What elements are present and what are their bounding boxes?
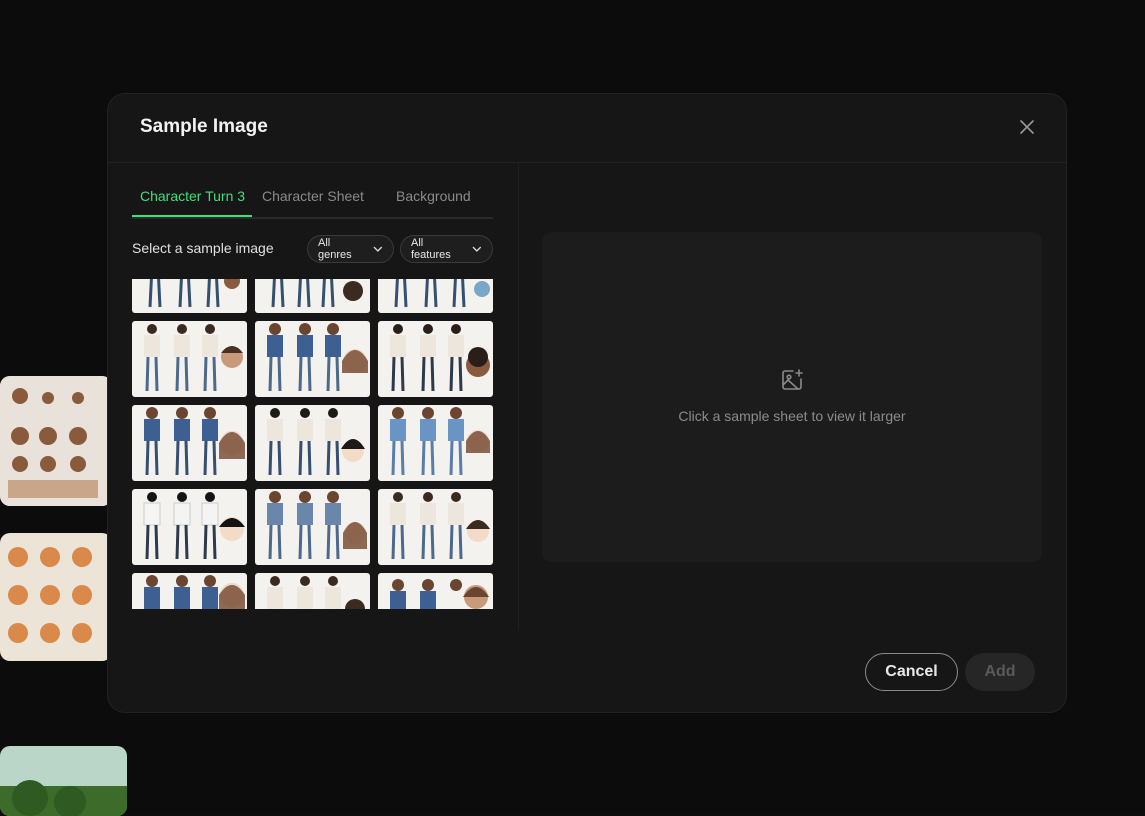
sample-thumbnail[interactable] [132,321,247,397]
chevron-down-icon [472,244,482,254]
modal-header: Sample Image [108,94,1066,163]
tab-background[interactable]: Background [396,188,471,204]
sample-thumbnail[interactable] [255,489,370,565]
preview-pane: Click a sample sheet to view it larger [542,232,1042,562]
sample-thumbnail[interactable] [378,489,493,565]
sample-thumbnail[interactable] [255,279,370,313]
modal-title: Sample Image [140,116,268,138]
background-card-character-sheet [0,376,112,506]
close-icon[interactable] [1016,116,1038,138]
background-card-corgi-sheet [0,533,112,661]
image-plus-icon [780,368,804,392]
preview-hint-text: Click a sample sheet to view it larger [542,408,1042,424]
sample-thumbnail[interactable] [132,573,247,609]
tab-character-turn-3[interactable]: Character Turn 3 [140,188,245,204]
sample-thumbnail[interactable] [378,321,493,397]
sample-thumbnail[interactable] [132,279,247,313]
feature-dropdown-label: All features [411,237,464,261]
sample-image-modal: Sample Image Character Turn 3 Character … [107,93,1067,713]
cancel-button[interactable]: Cancel [865,653,958,691]
background-card-landscape [0,746,127,816]
sample-thumbnail[interactable] [132,405,247,481]
sample-thumbnail[interactable] [378,279,493,313]
select-sample-label: Select a sample image [132,240,274,256]
sample-list-pane: Character Turn 3 Character Sheet Backgro… [108,163,519,630]
sample-thumbnail[interactable] [255,321,370,397]
category-tabs: Character Turn 3 Character Sheet Backgro… [132,163,493,219]
chevron-down-icon [373,244,383,254]
sample-image-grid[interactable] [132,279,493,609]
sample-thumbnail[interactable] [255,573,370,609]
feature-dropdown[interactable]: All features [400,235,493,263]
genre-dropdown[interactable]: All genres [307,235,394,263]
sample-thumbnail[interactable] [378,405,493,481]
sample-thumbnail[interactable] [378,573,493,609]
sample-thumbnail[interactable] [132,489,247,565]
sample-thumbnail[interactable] [255,405,370,481]
add-button[interactable]: Add [965,653,1035,691]
genre-dropdown-label: All genres [318,237,365,261]
active-tab-indicator [132,215,252,217]
tab-character-sheet[interactable]: Character Sheet [262,188,364,204]
